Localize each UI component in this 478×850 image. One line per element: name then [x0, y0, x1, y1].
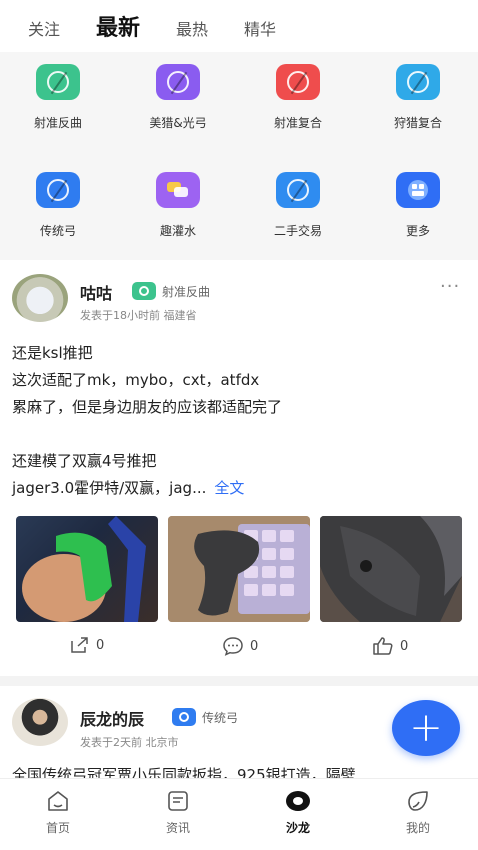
like-button[interactable]: 0 — [372, 636, 408, 656]
hunting-compound-icon — [396, 64, 440, 100]
post-content[interactable]: 还是ksl推把 这次适配了mk，mybo，cxt，atfdx 累麻了，但是身边朋… — [12, 340, 468, 502]
post-line-last: jager3.0霍伊特/双赢，jag... 全文 — [12, 475, 468, 502]
category-badge[interactable]: 射准反曲 — [132, 282, 210, 300]
comment-count: 0 — [250, 638, 259, 654]
nav-label: 沙龙 — [285, 821, 310, 835]
avatar[interactable] — [12, 698, 68, 746]
nav-label: 资讯 — [165, 821, 190, 835]
category-label: 美猎&光弓 — [149, 116, 207, 130]
nav-profile[interactable]: 我的 — [378, 789, 458, 836]
category-grid: 射准反曲 美猎&光弓 射准复合 狩猎复合 传统弓 趣灌水 二手交易 更多 — [0, 52, 478, 260]
category-label: 射准复合 — [273, 116, 322, 130]
category-label: 狩猎复合 — [393, 116, 442, 130]
photo-gallery — [16, 516, 462, 622]
tab-follow[interactable]: 关注 — [28, 16, 60, 50]
compound-bow-icon — [276, 64, 320, 100]
category-label: 更多 — [405, 224, 430, 238]
share-button[interactable]: 0 — [70, 636, 104, 654]
post-actions: 0 0 0 — [0, 636, 478, 660]
full-text-link[interactable]: 全文 — [214, 479, 244, 497]
news-icon — [138, 789, 218, 813]
tab-hot[interactable]: 最热 — [176, 16, 208, 50]
chat-bubble-icon — [156, 172, 200, 208]
post-line: 全国传统弓冠军贾小乐同款扳指，925银打造，隔壁 — [12, 766, 356, 778]
category-label: 射准反曲 — [33, 116, 82, 130]
like-count: 0 — [400, 638, 409, 654]
category-badge-label: 传统弓 — [202, 710, 239, 725]
category-trade[interactable]: 二手交易 — [248, 172, 348, 239]
nav-salon[interactable]: 沙龙 — [258, 789, 338, 836]
post-meta: 发表于2天前 北京市 — [80, 736, 179, 749]
category-more[interactable]: 更多 — [368, 172, 468, 239]
comment-icon — [223, 637, 243, 656]
category-chat[interactable]: 趣灌水 — [128, 172, 228, 239]
post-divider — [0, 676, 478, 686]
category-badge-label: 射准反曲 — [162, 284, 211, 299]
post-line: 还建模了双赢4号推把 — [12, 452, 157, 470]
username[interactable]: 咕咕 — [80, 280, 112, 304]
comment-button[interactable]: 0 — [222, 636, 258, 656]
photo-thumbnail[interactable] — [16, 516, 158, 622]
category-recurve[interactable]: 射准反曲 — [8, 64, 108, 131]
category-hunting-bow[interactable]: 美猎&光弓 — [128, 64, 228, 131]
share-count: 0 — [96, 637, 105, 653]
nav-news[interactable]: 资讯 — [138, 789, 218, 836]
thumbs-up-icon — [373, 637, 393, 655]
avatar[interactable] — [12, 274, 68, 322]
traditional-bow-icon — [36, 172, 80, 208]
post-line: 累麻了，但是身边朋友的应该都适配完了 — [12, 398, 283, 416]
photo-thumbnail[interactable] — [320, 516, 462, 622]
category-compound[interactable]: 射准复合 — [248, 64, 348, 131]
category-label: 二手交易 — [273, 224, 322, 238]
hunting-bow-icon — [156, 64, 200, 100]
post-line-truncated: jager3.0霍伊特/双赢，jag... — [12, 479, 207, 497]
username[interactable]: 辰龙的辰 — [80, 706, 144, 730]
tab-featured[interactable]: 精华 — [244, 16, 276, 50]
category-badge[interactable]: 传统弓 — [172, 708, 238, 726]
category-traditional[interactable]: 传统弓 — [8, 172, 108, 239]
tab-latest[interactable]: 最新 — [92, 10, 145, 50]
traditional-bow-icon — [172, 708, 196, 726]
photo-thumbnail[interactable] — [168, 516, 310, 622]
nav-label: 我的 — [405, 821, 430, 835]
home-icon — [18, 789, 98, 813]
nav-home[interactable]: 首页 — [18, 789, 98, 836]
category-hunting-compound[interactable]: 狩猎复合 — [368, 64, 468, 131]
profile-icon — [378, 789, 458, 813]
post-content[interactable]: 全国传统弓冠军贾小乐同款扳指，925银打造，隔壁 — [12, 762, 468, 778]
post-meta: 发表于18小时前 福建省 — [80, 309, 197, 322]
share-icon — [71, 637, 88, 653]
trade-icon — [276, 172, 320, 208]
nav-label: 首页 — [45, 821, 70, 835]
create-post-button[interactable]: + — [392, 700, 460, 756]
more-options-button[interactable]: ··· — [440, 276, 460, 297]
salon-icon — [258, 789, 338, 813]
top-tab-bar: 关注 最新 最热 精华 — [0, 0, 478, 50]
recurve-bow-icon — [36, 64, 80, 100]
post-line: 这次适配了mk，mybo，cxt，atfdx — [12, 371, 260, 389]
post-line: 还是ksl推把 — [12, 344, 93, 362]
recurve-bow-icon — [132, 282, 156, 300]
category-label: 趣灌水 — [159, 224, 196, 238]
category-label: 传统弓 — [39, 224, 76, 238]
bottom-navigation: 首页 资讯 沙龙 我的 — [0, 778, 478, 850]
more-grid-icon — [396, 172, 440, 208]
